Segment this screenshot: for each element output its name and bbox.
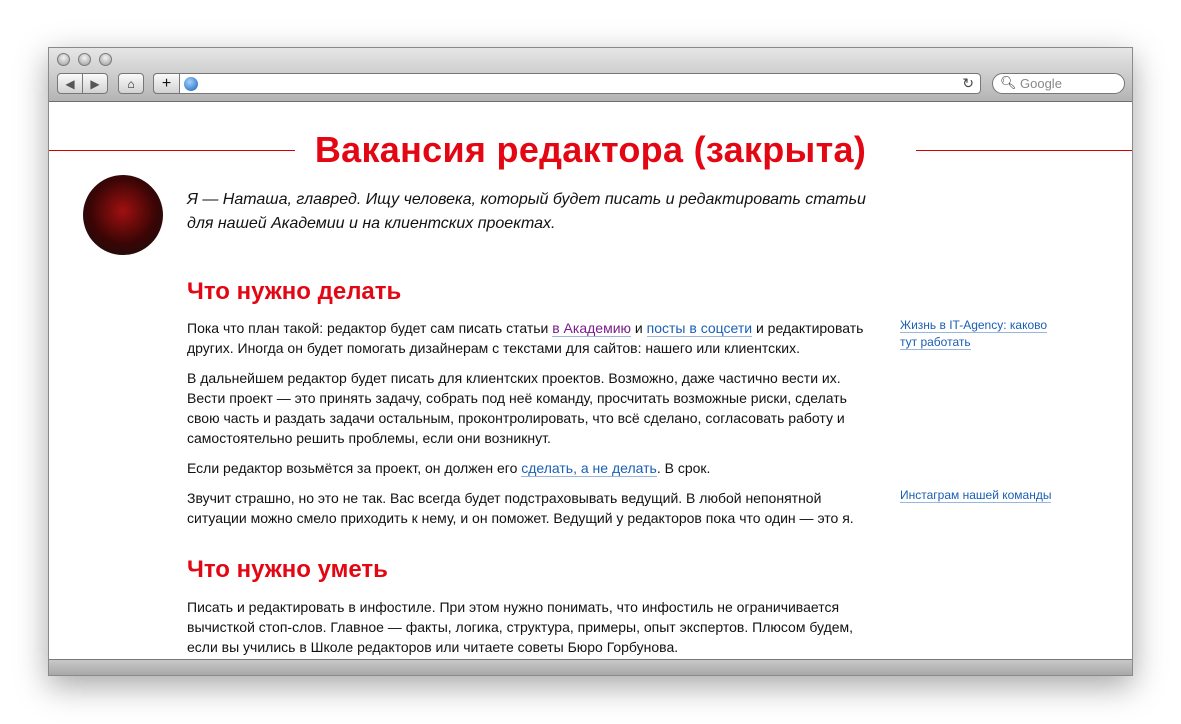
toolbar: ◀ ▶ ⌂ + ↻ 🔍︎ Google [49, 48, 1132, 102]
back-button[interactable]: ◀ [57, 73, 83, 94]
close-button[interactable] [57, 53, 70, 66]
lead-text: Я — Наташа, главред. Ищу человека, котор… [187, 191, 866, 232]
paragraph: Если редактор возьмётся за проект, он до… [187, 460, 711, 477]
page-content: Вакансия редактора (закрыта) Я — Наташа,… [49, 103, 1132, 659]
globe-icon [184, 77, 198, 91]
side-link-instagram[interactable]: Инстаграм нашей команды [900, 488, 1052, 503]
zoom-button[interactable] [99, 53, 112, 66]
paragraph: Пока что план такой: редактор будет сам … [187, 320, 864, 356]
home-button[interactable]: ⌂ [118, 73, 144, 94]
reload-icon[interactable]: ↻ [962, 75, 974, 92]
back-icon: ◀ [65, 76, 75, 91]
plus-icon: + [161, 74, 172, 92]
do-not-do-link[interactable]: сделать, а не делать [521, 460, 657, 477]
social-posts-link[interactable]: посты в соцсети [646, 320, 753, 337]
minimize-button[interactable] [78, 53, 91, 66]
paragraph: В дальнейшем редактор будет писать для к… [187, 370, 847, 446]
search-placeholder: Google [1020, 76, 1062, 91]
browser-window: ◀ ▶ ⌂ + ↻ 🔍︎ Google Вакансия редактора (… [48, 47, 1133, 676]
paragraph: Писать и редактировать в инфостиле. При … [187, 599, 854, 655]
side-link-life[interactable]: Жизнь в IT-Agency: каково тут работать [900, 318, 1048, 350]
home-icon: ⌂ [127, 76, 135, 91]
address-bar[interactable]: + ↻ [153, 73, 981, 94]
page-title: Вакансия редактора (закрыта) [49, 129, 1132, 171]
add-bookmark-button[interactable]: + [153, 73, 180, 94]
search-icon: 🔍︎ [1000, 75, 1017, 90]
avatar [83, 175, 163, 255]
status-bar [49, 659, 1132, 675]
paragraph: Звучит страшно, но это не так. Вас всегд… [187, 490, 854, 526]
section-heading-skills: Что нужно уметь [187, 556, 388, 583]
search-input[interactable]: 🔍︎ Google [992, 73, 1125, 94]
academy-link[interactable]: в Академию [552, 320, 632, 337]
forward-button[interactable]: ▶ [82, 73, 108, 94]
forward-icon: ▶ [90, 76, 100, 91]
section-heading-todo: Что нужно делать [187, 278, 402, 305]
